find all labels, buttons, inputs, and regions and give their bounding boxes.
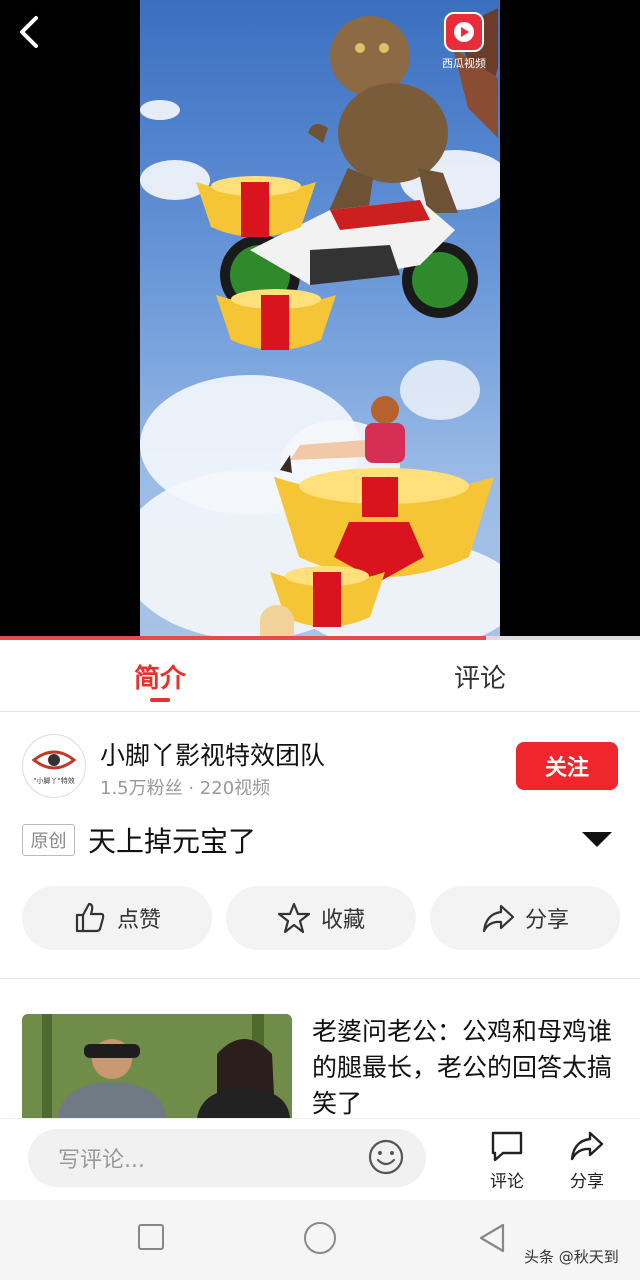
bottom-share-label: 分享 <box>570 1172 604 1192</box>
favorite-label: 收藏 <box>320 908 365 933</box>
system-nav-bar: 头条 @秋天到 <box>0 1200 640 1280</box>
like-button[interactable]: 点赞 <box>22 886 212 950</box>
expand-arrow-icon[interactable] <box>582 832 612 847</box>
comment-button-label: 评论 <box>490 1172 524 1192</box>
comment-bar: 写评论... 评论 分享 <box>0 1118 640 1200</box>
play-icon <box>444 12 484 52</box>
back-triangle-icon[interactable] <box>478 1222 506 1254</box>
thumbnail-image <box>22 1014 292 1118</box>
share-arrow-icon <box>570 1131 604 1161</box>
home-icon[interactable] <box>304 1222 336 1254</box>
watermark: 头条 @秋天到 <box>524 1248 619 1266</box>
tab-intro[interactable]: 简介 <box>60 658 260 695</box>
comment-button[interactable]: 评论 <box>477 1129 537 1192</box>
share-label: 分享 <box>524 908 569 933</box>
author-row: "小脚丫"特效 小脚丫影视特效团队 1.5万粉丝 · 220视频 关注 <box>0 712 640 812</box>
cloud <box>400 360 480 420</box>
tab-comments[interactable]: 评论 <box>380 658 580 695</box>
gold-ingot <box>196 176 316 237</box>
share-button[interactable]: 分享 <box>430 886 620 950</box>
section-divider <box>0 978 640 979</box>
partial-head <box>260 605 294 636</box>
xigua-video-logo: 西瓜视频 <box>438 12 490 72</box>
share-arrow-icon <box>482 904 515 933</box>
action-buttons: 点赞 收藏 分享 <box>0 886 640 952</box>
comment-input[interactable]: 写评论... <box>28 1129 426 1187</box>
tab-active-indicator <box>150 698 170 702</box>
author-stats: 1.5万粉丝 · 220视频 <box>100 778 271 799</box>
video-frame[interactable] <box>140 0 500 636</box>
xigua-logo-text: 西瓜视频 <box>442 57 486 70</box>
thumbs-up-icon <box>75 902 105 933</box>
emoji-icon[interactable] <box>368 1139 404 1175</box>
original-badge: 原创 <box>22 824 75 856</box>
star-icon <box>277 902 311 934</box>
like-label: 点赞 <box>116 908 161 933</box>
recent-apps-icon[interactable] <box>138 1224 164 1250</box>
comment-bubble-icon <box>491 1131 523 1162</box>
avatar-text: "小脚丫"特效 <box>33 777 75 785</box>
eye-logo-icon <box>32 750 76 770</box>
video-title: 天上掉元宝了 <box>88 825 257 858</box>
author-name[interactable]: 小脚丫影视特效团队 <box>100 736 325 772</box>
recommended-video[interactable]: 老婆问老公：公鸡和母鸡谁的腿最长，老公的回答太搞笑了 <box>0 1014 640 1118</box>
video-title-row: 原创 天上掉元宝了 <box>0 812 640 872</box>
cloud <box>140 100 180 120</box>
favorite-button[interactable]: 收藏 <box>226 886 416 950</box>
gold-ingot <box>216 289 336 350</box>
follow-button[interactable]: 关注 <box>516 742 618 790</box>
video-player[interactable]: 西瓜视频 <box>0 0 640 636</box>
recommended-title[interactable]: 老婆问老公：公鸡和母鸡谁的腿最长，老公的回答太搞笑了 <box>312 1014 622 1118</box>
tab-bar: 简介 评论 <box>0 640 640 712</box>
bottom-share-button[interactable]: 分享 <box>557 1129 617 1192</box>
avatar[interactable]: "小脚丫"特效 <box>22 734 86 798</box>
back-arrow-icon[interactable] <box>12 12 46 52</box>
recommended-thumbnail[interactable] <box>22 1014 292 1118</box>
girl-figure <box>280 396 405 473</box>
